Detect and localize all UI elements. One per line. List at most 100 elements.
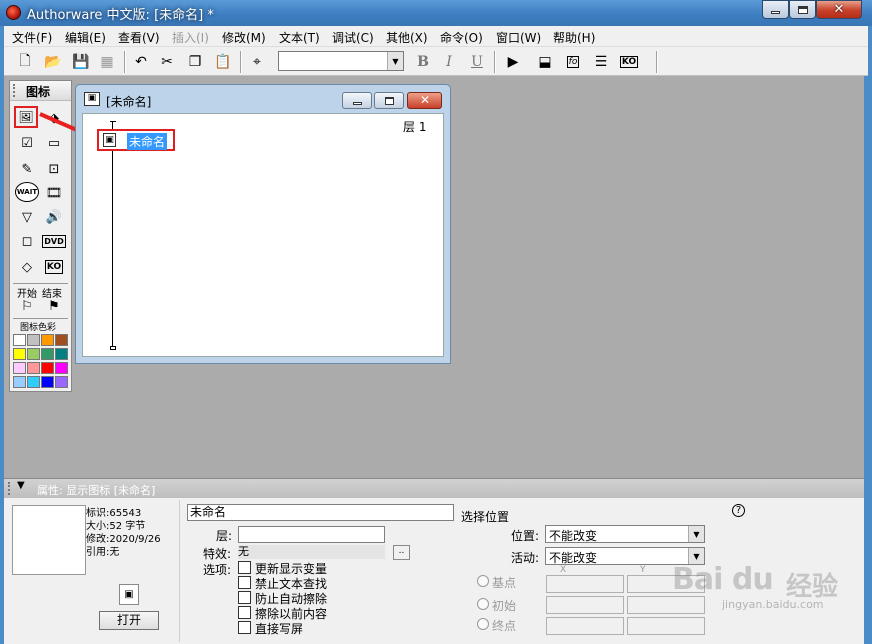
menu-window[interactable]: 窗口(W) [496, 29, 541, 46]
functions-button[interactable]: fo [562, 51, 584, 73]
color-swatch[interactable] [27, 334, 40, 346]
effect-browse-button[interactable]: .. [393, 545, 410, 560]
menu-text[interactable]: 文本(T) [279, 29, 320, 46]
menu-view[interactable]: 查看(V) [118, 29, 160, 46]
palette-title-bar[interactable]: 图标 [10, 81, 71, 101]
font-combo[interactable]: ▼ [278, 51, 404, 71]
display-icon-tool[interactable]: 🖼 [14, 106, 38, 128]
end-point-radio[interactable] [477, 618, 489, 630]
option-update-variables-checkbox[interactable] [238, 561, 251, 574]
italic-button[interactable]: I [438, 51, 460, 73]
toolbar-separator [240, 51, 242, 73]
erase-icon: ☑ [21, 135, 33, 151]
initial-x-field[interactable] [546, 596, 624, 614]
minimize-button[interactable] [762, 0, 789, 19]
initial-point-radio[interactable] [477, 598, 489, 610]
dropdown-arrow-icon[interactable]: ▼ [387, 52, 403, 70]
end-y-field[interactable] [627, 617, 705, 635]
color-swatch[interactable] [13, 348, 26, 360]
menu-modify[interactable]: 修改(M) [222, 29, 266, 46]
help-icon[interactable]: ? [732, 504, 745, 517]
calculation-icon: ◇ [22, 259, 32, 275]
movie-icon-tool[interactable]: 🎞 [43, 183, 65, 203]
new-button[interactable]: 🗋 [14, 51, 36, 73]
dropdown-arrow-icon[interactable]: ▼ [688, 526, 704, 542]
menu-debug[interactable]: 调试(C) [332, 29, 374, 46]
calculation-icon-tool[interactable]: ◇ [16, 257, 38, 277]
color-swatch[interactable] [55, 362, 68, 374]
base-point-radio[interactable] [477, 575, 489, 587]
flowline-window-title: [未命名] [106, 95, 152, 109]
paste-button[interactable]: 📋 [212, 51, 234, 73]
initial-y-field[interactable] [627, 596, 705, 614]
wait-tool[interactable]: WAIT [14, 182, 40, 202]
option-erase-previous-checkbox[interactable] [238, 606, 251, 619]
menu-file[interactable]: 文件(F) [12, 29, 52, 46]
child-restore-button[interactable] [374, 92, 404, 109]
icon-name-field[interactable]: 未命名 [187, 504, 454, 521]
option-no-text-search-checkbox[interactable] [238, 576, 251, 589]
import-button[interactable]: ▦ [96, 51, 118, 73]
variables-button[interactable]: ☰ [590, 51, 612, 73]
menu-edit[interactable]: 编辑(E) [65, 29, 106, 46]
color-swatch[interactable] [27, 376, 40, 388]
undo-button[interactable]: ↶ [130, 51, 152, 73]
color-swatch[interactable] [13, 334, 26, 346]
child-close-button[interactable]: ✕ [407, 92, 442, 109]
color-swatch[interactable] [55, 376, 68, 388]
cut-button[interactable]: ✂ [156, 51, 178, 73]
watermark-brand: Bai du [672, 562, 774, 597]
decision-icon-tool[interactable]: ▽ [16, 207, 38, 227]
icon-name-label[interactable]: 未命名 [127, 133, 168, 150]
open-button[interactable]: 打开 [99, 611, 159, 630]
y-column-label: Y [640, 565, 646, 575]
end-flag-tool[interactable]: ⚑ [43, 298, 65, 314]
color-swatch[interactable] [41, 334, 54, 346]
close-button[interactable]: ✕ [816, 0, 862, 19]
layer-field[interactable] [238, 526, 385, 543]
color-swatch[interactable] [13, 362, 26, 374]
option-prevent-auto-erase-checkbox[interactable] [238, 591, 251, 604]
menu-other[interactable]: 其他(X) [386, 29, 428, 46]
color-swatch[interactable] [13, 376, 26, 388]
find-button[interactable]: ⌖ [246, 51, 268, 73]
color-swatch[interactable] [55, 334, 68, 346]
color-swatch[interactable] [27, 348, 40, 360]
color-swatch[interactable] [27, 362, 40, 374]
navigate-icon-tool[interactable]: ✎ [16, 159, 38, 179]
save-all-button[interactable]: 💾 [70, 51, 92, 73]
interaction-icon-tool[interactable]: ◻ [16, 231, 38, 251]
app-icon[interactable] [6, 5, 21, 20]
flowline-display-icon[interactable]: ▣ 未命名 [97, 129, 175, 151]
ko-icon-tool[interactable]: KO [43, 257, 65, 277]
base-x-field[interactable] [546, 575, 624, 593]
color-swatch[interactable] [41, 376, 54, 388]
child-minimize-button[interactable] [342, 92, 372, 109]
menu-insert[interactable]: 插入(I) [172, 29, 209, 46]
properties-header[interactable]: ▼ 属性: 显示图标 [未命名] [4, 478, 864, 498]
collapse-triangle-icon[interactable]: ▼ [17, 480, 25, 491]
maximize-button[interactable] [789, 0, 816, 19]
color-swatch[interactable] [55, 348, 68, 360]
copy-button[interactable]: ❐ [184, 51, 206, 73]
dvd-icon-tool[interactable]: DVD [42, 231, 66, 251]
start-flag-tool[interactable]: ⚐ [16, 298, 38, 314]
end-x-field[interactable] [546, 617, 624, 635]
option-direct-to-screen-checkbox[interactable] [238, 621, 251, 634]
menu-command[interactable]: 命令(O) [440, 29, 483, 46]
position-select[interactable]: 不能改变 ▼ [545, 525, 705, 543]
color-swatch[interactable] [41, 348, 54, 360]
run-button[interactable]: ▶ [502, 51, 524, 73]
document-icon: ▣ [84, 92, 100, 106]
erase-icon-tool[interactable]: ☑ [16, 133, 38, 153]
open-button[interactable]: 📂 [42, 51, 64, 73]
sound-icon-tool[interactable]: 🔊 [43, 207, 65, 227]
knowledge-objects-button[interactable]: KO [618, 51, 640, 73]
framework-icon-tool[interactable]: ⊡ [43, 159, 65, 179]
menu-help[interactable]: 帮助(H) [553, 29, 595, 46]
color-swatch[interactable] [41, 362, 54, 374]
underline-button[interactable]: U [466, 51, 488, 73]
flowline-canvas[interactable]: 层 1 ▣ 未命名 [82, 113, 444, 357]
bold-button[interactable]: B [412, 51, 434, 73]
control-panel-button[interactable]: ⬓ [534, 51, 556, 73]
